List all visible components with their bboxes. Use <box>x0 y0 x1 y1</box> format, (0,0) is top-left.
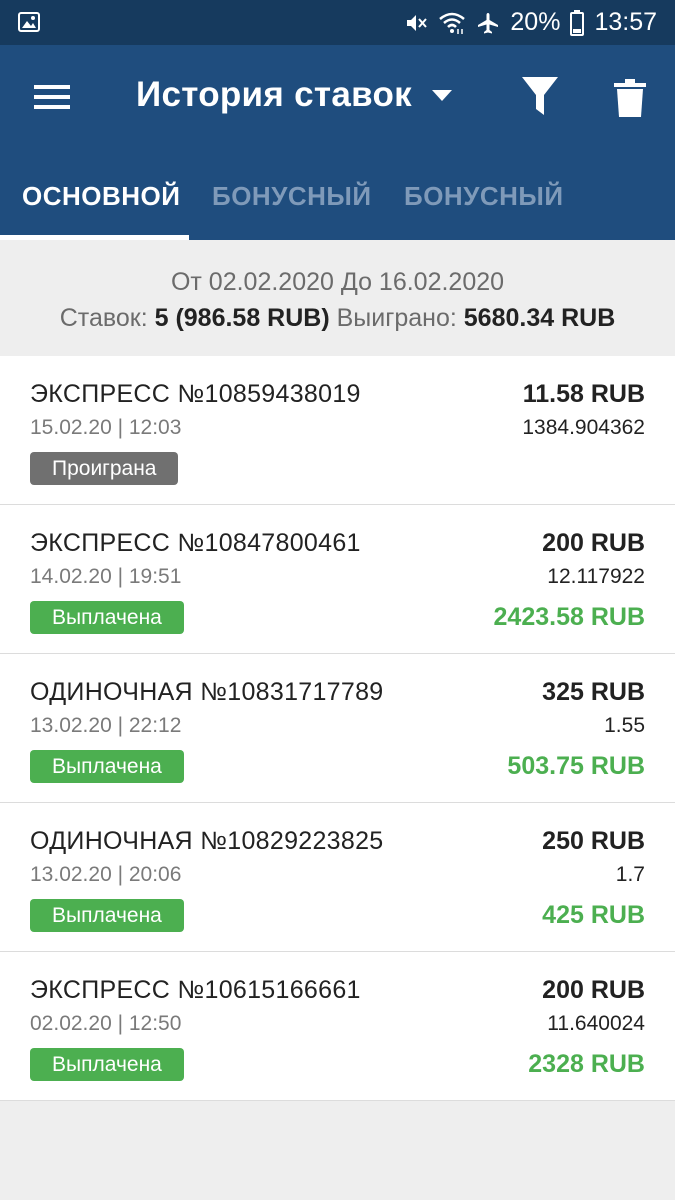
status-badge: Проиграна <box>30 452 179 485</box>
bet-stake: 200 RUB <box>542 529 645 557</box>
bet-win: 2423.58 RUB <box>493 603 645 631</box>
clock: 13:57 <box>594 8 657 36</box>
bet-row[interactable]: ОДИНОЧНАЯ №10831717789 13.02.20 | 22:12 … <box>0 654 675 803</box>
battery-percent: 20% <box>510 8 561 36</box>
status-bar: 20% 13:57 <box>0 0 675 45</box>
bet-row[interactable]: ЭКСПРЕСС №10847800461 14.02.20 | 19:51 В… <box>0 505 675 654</box>
status-badge: Выплачена <box>30 750 184 783</box>
won-label: Выиграно: <box>336 304 457 332</box>
bets-value: 5 (986.58 RUB) <box>154 304 330 332</box>
mute-icon <box>404 11 428 35</box>
bet-row[interactable]: ЭКСПРЕСС №10615166661 02.02.20 | 12:50 В… <box>0 952 675 1101</box>
tab-bonus-1[interactable]: БОНУСНЫЙ <box>212 152 372 240</box>
bets-label: Ставок: <box>59 304 148 332</box>
bet-win: 2328 RUB <box>528 1050 645 1078</box>
summary-panel: От 02.02.2020 До 16.02.2020 Ставок: 5 (9… <box>0 240 675 356</box>
airplane-icon <box>476 11 500 35</box>
tab-bonus-2[interactable]: БОНУСНЫЙ <box>404 152 564 240</box>
status-badge: Выплачена <box>30 601 184 634</box>
bet-date: 14.02.20 | 19:51 <box>30 565 182 588</box>
trash-icon[interactable] <box>614 79 646 117</box>
summary-stats: Ставок: 5 (986.58 RUB) Выиграно: 5680.34… <box>0 304 675 333</box>
status-badge: Выплачена <box>30 1048 184 1081</box>
bet-date: 15.02.20 | 12:03 <box>30 416 182 439</box>
bet-name: ОДИНОЧНАЯ №10831717789 <box>30 678 384 706</box>
page-title[interactable]: История ставок <box>136 75 412 115</box>
bet-date: 13.02.20 | 20:06 <box>30 863 182 886</box>
bet-name: ОДИНОЧНАЯ №10829223825 <box>30 827 384 855</box>
bet-win: 425 RUB <box>542 901 645 929</box>
bet-name: ЭКСПРЕСС №10859438019 <box>30 380 361 408</box>
bet-odds: 12.117922 <box>547 565 645 588</box>
bet-list: ЭКСПРЕСС №10859438019 15.02.20 | 12:03 П… <box>0 356 675 1101</box>
bet-stake: 250 RUB <box>542 827 645 855</box>
tab-main[interactable]: ОСНОВНОЙ <box>22 152 180 240</box>
filter-icon[interactable] <box>520 75 560 117</box>
bet-name: ЭКСПРЕСС №10847800461 <box>30 529 361 557</box>
bet-stake: 200 RUB <box>542 976 645 1004</box>
bet-win: 503.75 RUB <box>507 752 645 780</box>
battery-icon <box>570 9 585 36</box>
menu-icon[interactable] <box>34 83 70 111</box>
bet-row[interactable]: ЭКСПРЕСС №10859438019 15.02.20 | 12:03 П… <box>0 356 675 505</box>
bet-odds: 1384.904362 <box>522 416 645 439</box>
app-bar: История ставок <box>0 45 675 152</box>
date-range: От 02.02.2020 До 16.02.2020 <box>170 268 505 296</box>
bet-date: 02.02.20 | 12:50 <box>30 1012 182 1035</box>
bet-date: 13.02.20 | 22:12 <box>30 714 182 737</box>
bet-odds: 1.55 <box>604 714 645 737</box>
won-value: 5680.34 RUB <box>463 304 616 332</box>
tab-bar: ОСНОВНОЙ БОНУСНЫЙ БОНУСНЫЙ <box>0 152 675 240</box>
caret-down-icon[interactable] <box>432 89 452 107</box>
bet-odds: 11.640024 <box>547 1012 645 1035</box>
bet-stake: 325 RUB <box>542 678 645 706</box>
wifi-icon <box>438 11 466 35</box>
bet-stake: 11.58 RUB <box>522 380 645 408</box>
bet-name: ЭКСПРЕСС №10615166661 <box>30 976 361 1004</box>
gallery-icon <box>18 12 40 32</box>
bet-odds: 1.7 <box>615 863 645 886</box>
bet-row[interactable]: ОДИНОЧНАЯ №10829223825 13.02.20 | 20:06 … <box>0 803 675 952</box>
status-badge: Выплачена <box>30 899 184 932</box>
